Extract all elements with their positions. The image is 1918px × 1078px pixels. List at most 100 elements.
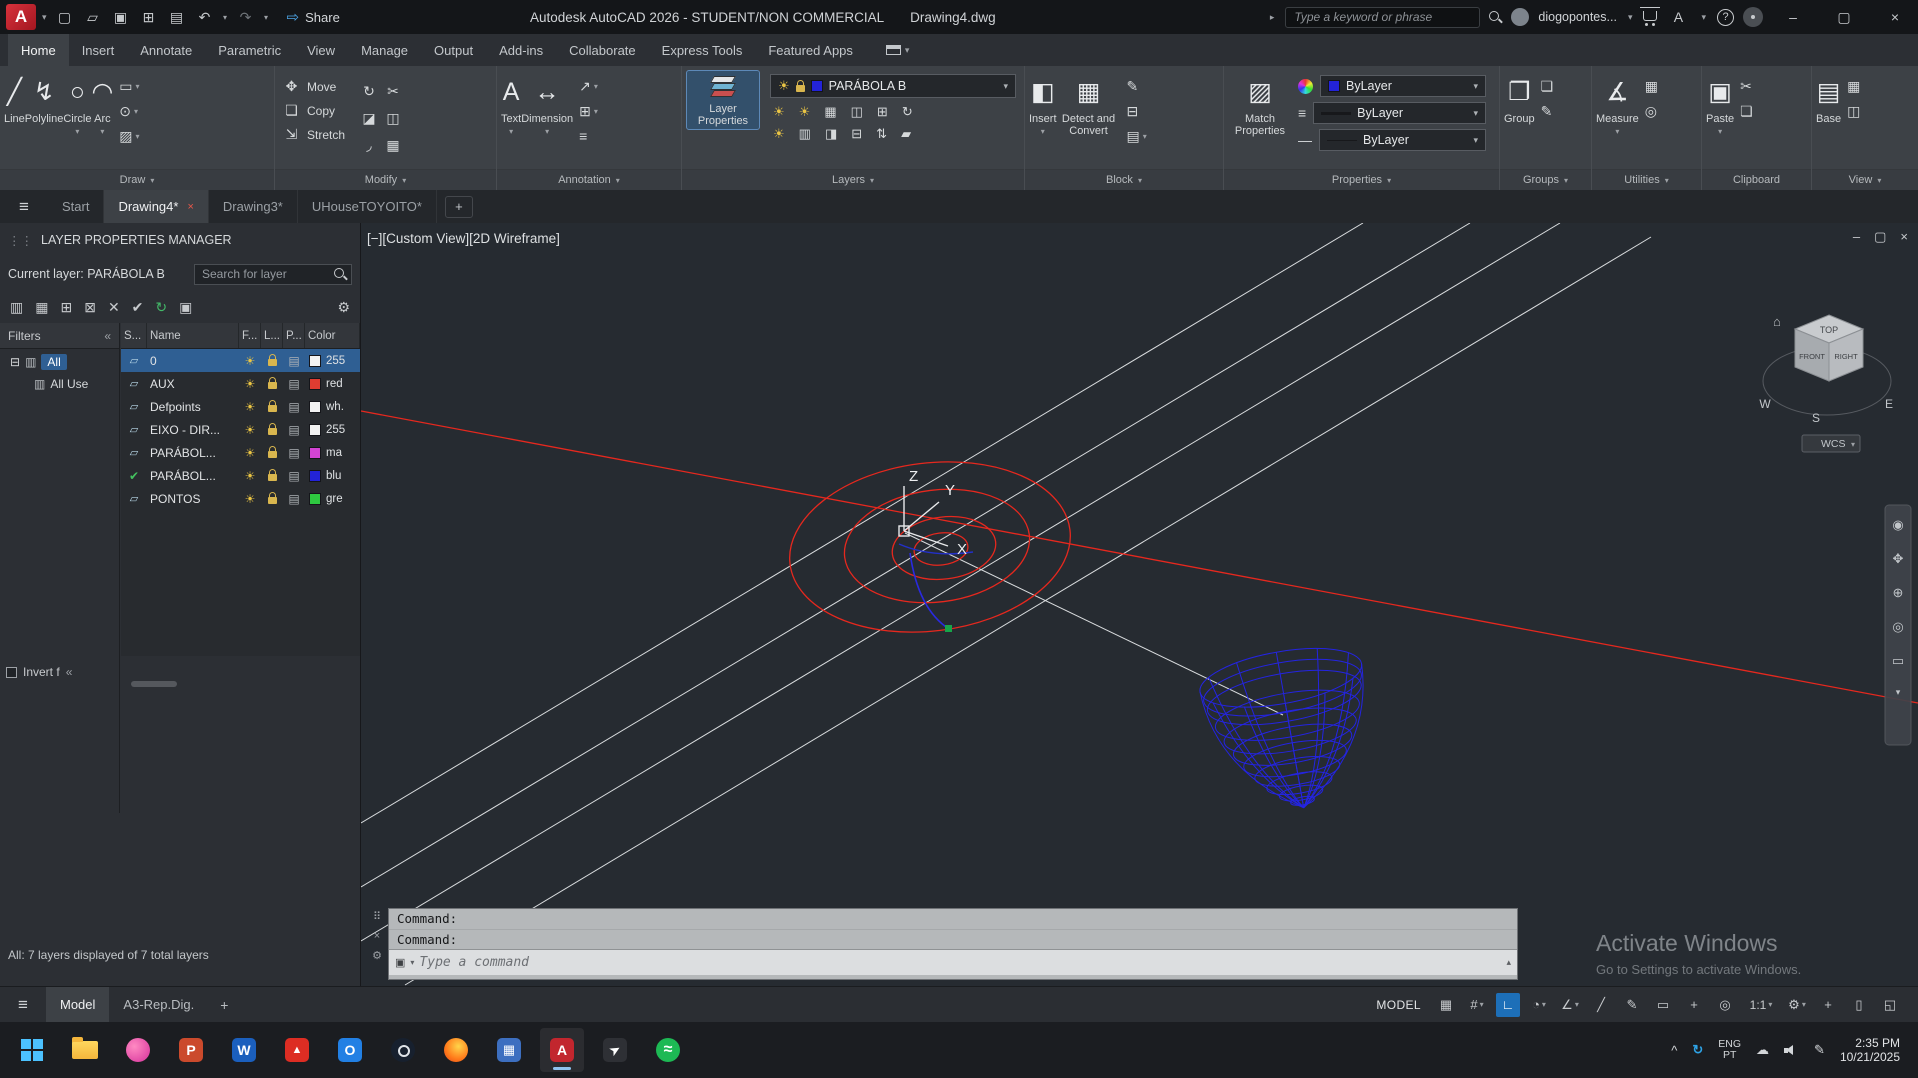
open-file-icon[interactable]: ▱ [81, 5, 105, 29]
panel-label-groups[interactable]: Groups ▾ [1500, 169, 1591, 190]
navbar-more-icon[interactable]: ▾ [1896, 687, 1901, 697]
table-tool[interactable]: ⊞ ▾ [579, 103, 598, 120]
tab-featured-apps[interactable]: Featured Apps [755, 34, 866, 66]
autocad-taskbar-icon[interactable]: A [540, 1028, 584, 1072]
freeze-sun-icon[interactable]: ☀ [239, 492, 261, 506]
keyword-search-input[interactable] [1285, 6, 1481, 28]
layer-row[interactable]: ▱ EIXO - DIR... ☀ ▤ 255 [121, 418, 360, 441]
onedrive-cloud-icon[interactable]: ☁ [1756, 1042, 1769, 1058]
layer-lock-tool-icon[interactable]: ◫ [851, 104, 863, 120]
new-layer-icon[interactable]: ⊞ [60, 299, 72, 316]
viewcube[interactable]: ⌂ TOP FRONT RIGHT W S E WCS ▾ [1759, 314, 1893, 453]
text-tool[interactable]: A Text ▾ [501, 68, 521, 137]
rectangle-tool[interactable]: ▭ ▾ [119, 78, 139, 95]
outlook-icon[interactable]: O [328, 1028, 372, 1072]
add-scales-icon[interactable]: + [1682, 993, 1706, 1017]
new-drawing-tab-button[interactable]: + [444, 195, 473, 218]
recent-commands-caret-icon[interactable]: ▾ [410, 958, 414, 967]
layer-states-icon[interactable]: ▰ [901, 126, 911, 142]
measure-caret-icon[interactable]: ▾ [1615, 127, 1619, 136]
freeze-sun-icon[interactable]: ☀ [239, 423, 261, 437]
command-grip-icon[interactable]: ⠿ [373, 910, 381, 923]
layer-row-current[interactable]: ✔ PARÁBOL... ☀ ▤ blu [121, 464, 360, 487]
revolution-circles[interactable] [361, 410, 1918, 704]
layer-match-icon[interactable]: ↻ [902, 104, 913, 120]
lock-icon[interactable] [261, 354, 283, 366]
insert-caret-icon[interactable]: ▾ [1041, 127, 1045, 136]
customization-icon[interactable]: ⚙ ▾ [1785, 993, 1809, 1017]
paraboloid-wireframe[interactable] [1196, 638, 1385, 822]
layer-properties-button[interactable]: Layer Properties [686, 70, 760, 130]
plot-printer-icon[interactable]: ▤ [283, 423, 305, 437]
lock-icon[interactable] [261, 400, 283, 412]
tab-home[interactable]: Home [8, 34, 69, 66]
new-file-icon[interactable]: ▢ [53, 5, 77, 29]
tab-drawing3[interactable]: Drawing3* [209, 190, 298, 223]
compass-west-label[interactable]: W [1759, 397, 1771, 411]
showmotion-icon[interactable]: ▭ [1892, 653, 1904, 668]
circle-caret-icon[interactable]: ▾ [75, 127, 79, 136]
selection-cycling-icon[interactable]: ◎ [1713, 993, 1737, 1017]
annotation-more-tool[interactable]: ≡ [579, 128, 598, 144]
plot-printer-icon[interactable]: ▤ [283, 446, 305, 460]
app-menu-caret-icon[interactable]: ▾ [42, 12, 47, 23]
tray-expand-icon[interactable]: ^ [1671, 1043, 1677, 1058]
freeze-sun-icon[interactable]: ☀ [239, 377, 261, 391]
lock-icon[interactable] [261, 492, 283, 504]
unlock-all-icon[interactable]: ◨ [825, 126, 837, 142]
group-edit-tool[interactable]: ✎ [1541, 103, 1554, 120]
invert-filter-checkbox[interactable]: Invert f « [6, 665, 72, 679]
annotation-monitor-icon[interactable]: ✎ [1620, 993, 1644, 1017]
ribbon-options-button[interactable]: ▾ [878, 34, 918, 66]
annotation-visibility-icon[interactable]: ▭ [1651, 993, 1675, 1017]
measure-tool[interactable]: ∡ Measure ▾ [1596, 68, 1639, 136]
save-icon[interactable]: ▣ [109, 5, 133, 29]
col-status[interactable]: S... [121, 323, 147, 348]
isometric-drafting-icon[interactable]: ◔ ▾ [1527, 993, 1551, 1017]
ungroup-tool[interactable]: ❏ [1541, 78, 1554, 95]
circle-tool[interactable]: ○ Circle ▾ [63, 68, 91, 137]
object-snap-icon[interactable]: ╱ [1589, 993, 1613, 1017]
tab-uhousetoyoito[interactable]: UHouseTOYOITO* [298, 190, 437, 223]
color-swatch[interactable] [309, 354, 321, 367]
cut-tool[interactable]: ✂ [1740, 78, 1753, 95]
powerpoint-icon[interactable]: P [169, 1028, 213, 1072]
viewport-close-icon[interactable]: × [1900, 229, 1908, 245]
lineweight-select[interactable]: ByLayer ▾ [1313, 102, 1486, 124]
palette-scrollbar[interactable] [131, 681, 177, 687]
lock-icon[interactable] [261, 377, 283, 389]
named-views-tool[interactable]: ◫ [1847, 103, 1860, 120]
layer-row[interactable]: ▱ PONTOS ☀ ▤ gre [121, 487, 360, 510]
model-tab[interactable]: Model [46, 987, 110, 1022]
search-expand-icon[interactable]: ▸ [1270, 12, 1275, 23]
filter-all[interactable]: ⊟ ▥ All [0, 349, 119, 372]
color-swatch[interactable] [309, 492, 321, 505]
firefox-icon[interactable] [434, 1028, 478, 1072]
group-tool[interactable]: ❐ Group [1504, 68, 1535, 125]
plot-printer-icon[interactable]: ▤ [283, 492, 305, 506]
command-customize-icon[interactable]: ⚙ [372, 949, 382, 962]
fillet-icon[interactable]: ◞ [366, 137, 371, 154]
sync-icon[interactable]: ↻ [1692, 1042, 1703, 1058]
polyline-tool[interactable]: ↯ Polyline [25, 68, 64, 125]
tree-expander-icon[interactable]: ⊟ [10, 355, 20, 369]
erase-icon[interactable]: ◪ [362, 110, 375, 127]
tab-express-tools[interactable]: Express Tools [649, 34, 756, 66]
lock-icon[interactable] [261, 423, 283, 435]
layout-tab[interactable]: A3-Rep.Dig. [109, 987, 208, 1022]
palette-grip[interactable]: ⋮⋮ [8, 233, 33, 248]
paste-caret-icon[interactable]: ▾ [1718, 127, 1722, 136]
color-swatch[interactable] [309, 400, 321, 413]
redo-caret-icon[interactable]: ▾ [262, 5, 271, 29]
dynamic-input-icon[interactable]: ∟ [1496, 992, 1520, 1017]
plot-printer-icon[interactable]: ▤ [283, 469, 305, 483]
zoom-icon[interactable]: ⊕ [1893, 585, 1904, 600]
checkbox-icon[interactable] [6, 666, 17, 678]
id-point-tool[interactable]: ◎ [1645, 103, 1658, 120]
col-lock[interactable]: L... [261, 323, 283, 348]
full-navigation-wheel-icon[interactable]: ◉ [1892, 517, 1903, 532]
grid-display-icon[interactable]: ▦ [1434, 993, 1458, 1017]
clock[interactable]: 2:35 PM 10/21/2025 [1840, 1036, 1900, 1064]
layer-off-icon[interactable]: ☀ [773, 104, 785, 120]
volume-icon[interactable] [1784, 1044, 1799, 1056]
